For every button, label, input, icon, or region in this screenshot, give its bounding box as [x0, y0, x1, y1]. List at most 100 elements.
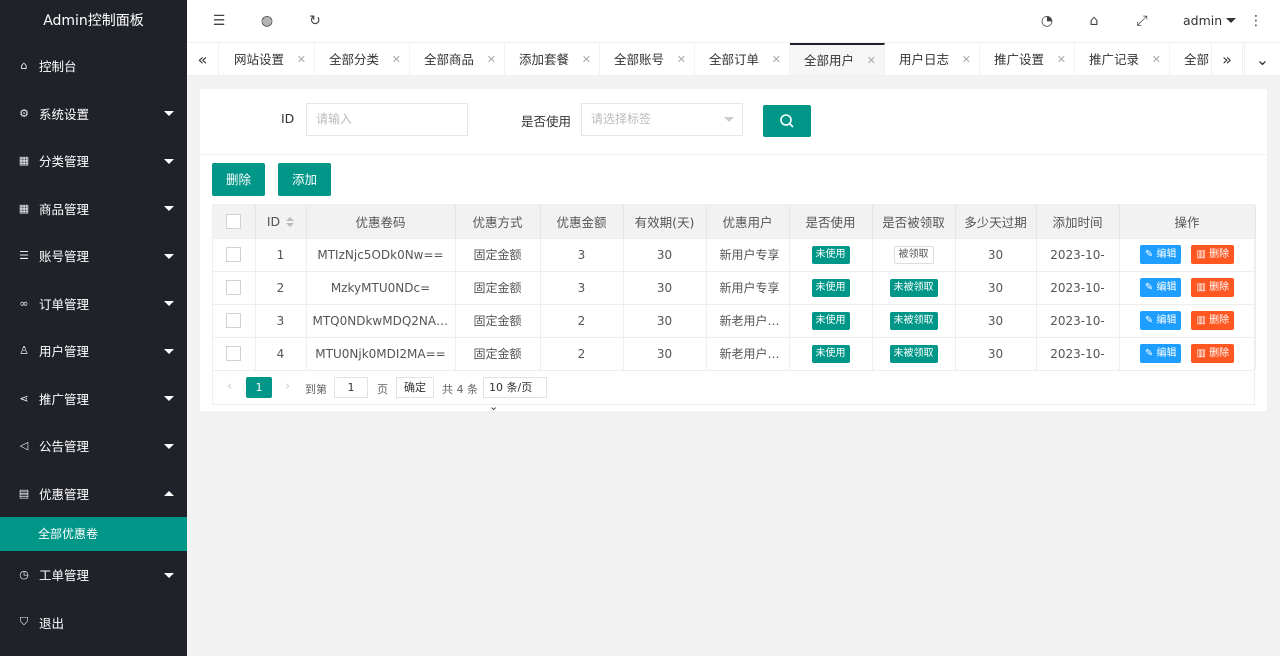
cell-valid: 30 [623, 336, 707, 370]
delete-button[interactable]: 删除 [212, 163, 266, 196]
current-page[interactable]: 1 [246, 377, 272, 398]
tab-label: 全部分类 [329, 52, 380, 67]
row-delete-button[interactable]: ▥ 删除 [1191, 278, 1235, 297]
row-delete-button[interactable]: ▥ 删除 [1191, 311, 1235, 330]
menu-fold-icon[interactable]: ☰ [210, 12, 228, 30]
edit-button[interactable]: ✎ 编辑 [1139, 311, 1182, 330]
sidebar-item-orders[interactable]: ∞ 订单管理 [0, 280, 187, 328]
tab-user-log[interactable]: 用户日志 ✕ [885, 43, 980, 75]
edit-icon: ✎ [1144, 315, 1154, 326]
cell-user: 新老用户通用 [706, 336, 790, 370]
user-menu[interactable]: admin [1183, 13, 1237, 28]
apps-icon: ▦ [18, 154, 30, 168]
tab-website-settings[interactable]: 网站设置 ✕ [220, 43, 315, 75]
table-header-row: ID 优惠卷码 优惠方式 优惠金额 有效期(天) 优惠用户 是否使用 是否被领取… [213, 205, 1256, 238]
theme-icon[interactable]: ◔ [1038, 12, 1056, 30]
tab-all-orders[interactable]: 全部订单 ✕ [695, 43, 790, 75]
tab-all-goods[interactable]: 全部商品 ✕ [410, 43, 505, 75]
cell-used: 未使用 [789, 270, 873, 304]
edit-label: 编辑 [1156, 315, 1177, 326]
column-header-id[interactable]: ID [255, 205, 307, 238]
used-filter-select[interactable]: 请选择标签 [581, 103, 743, 136]
tabs-bar: « 网站设置 ✕ 全部分类 ✕ 全部商品 ✕ 添加套餐 ✕ 全部账号 ✕ 全部订单 ✕ 全部… [187, 42, 1280, 76]
prev-page-icon[interactable]: ‹ [227, 379, 232, 394]
close-icon[interactable]: ✕ [867, 45, 876, 75]
sidebar-item-goods[interactable]: ▦ 商品管理 [0, 185, 187, 233]
close-icon[interactable]: ✕ [772, 43, 781, 75]
cell-used: 未使用 [789, 336, 873, 370]
close-icon[interactable]: ✕ [1057, 43, 1066, 75]
sidebar-subitem-all-coupons[interactable]: 全部优惠卷 [0, 517, 187, 551]
tabs-prev-icon[interactable]: « [187, 43, 219, 75]
cell-amount: 2 [540, 336, 624, 370]
close-icon[interactable]: ✕ [677, 43, 686, 75]
next-page-icon[interactable]: › [285, 379, 290, 394]
row-checkbox[interactable] [226, 247, 242, 262]
row-checkbox[interactable] [226, 313, 242, 328]
cell-id: 4 [255, 336, 307, 370]
refresh-icon[interactable]: ↻ [306, 12, 324, 30]
page-size-select[interactable]: 10 条/页 ⌄ [483, 377, 547, 413]
tab-promotion-settings[interactable]: 推广设置 ✕ [980, 43, 1075, 75]
cell-time: 2023-10- [1036, 303, 1120, 337]
cell-used: 未使用 [789, 303, 873, 337]
globe-icon[interactable]: ◍ [258, 12, 276, 30]
column-header-amount: 优惠金额 [540, 205, 624, 238]
tab-add-package[interactable]: 添加套餐 ✕ [505, 43, 600, 75]
link-icon: ∞ [19, 296, 29, 310]
sidebar-item-label: 退出 [39, 615, 65, 631]
goto-page-input[interactable]: 1 [334, 377, 368, 398]
cell-code: MTIzNjc5ODk0Nw== [306, 237, 456, 271]
sidebar-item-label: 商品管理 [39, 201, 90, 217]
sidebar-item-promotion[interactable]: ⋖ 推广管理 [0, 375, 187, 423]
cell-actions: ✎ 编辑 ▥ 删除 [1119, 270, 1256, 304]
cell-valid: 30 [623, 270, 707, 304]
chevron-down-icon [164, 301, 174, 307]
row-checkbox[interactable] [226, 346, 242, 362]
search-button[interactable] [763, 105, 811, 137]
sidebar-item-category[interactable]: ▦ 分类管理 [0, 137, 187, 185]
select-all-checkbox[interactable] [226, 214, 242, 230]
sidebar-item-label: 分类管理 [39, 154, 90, 170]
tabs-menu-chevron-icon[interactable]: ⌄ [1244, 43, 1280, 75]
tab-all-notices[interactable]: 全部公 [1170, 43, 1210, 75]
status-badge: 未被领取 [889, 311, 938, 330]
cell-code: MTQ0NDkwMDQ2NA== [306, 303, 456, 337]
close-icon[interactable]: ✕ [582, 43, 591, 75]
sort-icon[interactable] [286, 217, 295, 228]
close-icon[interactable]: ✕ [962, 43, 971, 75]
column-label: ID [266, 213, 281, 229]
close-icon[interactable]: ✕ [487, 43, 496, 75]
close-icon[interactable]: ✕ [1152, 43, 1161, 75]
row-delete-button[interactable]: ▥ 删除 [1191, 344, 1235, 364]
sidebar-item-account[interactable]: ☰ 账号管理 [0, 232, 187, 280]
tab-all-users[interactable]: 全部用户 ✕ [790, 43, 885, 75]
edit-button[interactable]: ✎ 编辑 [1139, 344, 1182, 364]
tab-label: 推广设置 [994, 52, 1045, 67]
id-filter-input[interactable]: 请输入 [306, 103, 468, 136]
goto-confirm-button[interactable]: 确定 [396, 377, 434, 398]
sidebar-item-logout[interactable]: ⛉ 退出 [0, 599, 187, 647]
sidebar-item-ticket[interactable]: ◷ 工单管理 [0, 551, 187, 599]
sidebar-item-system-settings[interactable]: ⚙ 系统设置 [0, 90, 187, 138]
sidebar-item-console[interactable]: ⌂ 控制台 [0, 42, 187, 90]
fullscreen-icon[interactable]: ⤢ [1133, 12, 1151, 30]
sidebar-item-notice[interactable]: ◁ 公告管理 [0, 422, 187, 470]
edit-button[interactable]: ✎ 编辑 [1139, 245, 1182, 264]
more-icon[interactable]: ⋮ [1247, 12, 1265, 30]
sidebar-item-users[interactable]: ♙ 用户管理 [0, 327, 187, 375]
edit-icon: ✎ [1144, 249, 1154, 260]
tab-all-categories[interactable]: 全部分类 ✕ [315, 43, 410, 75]
add-button[interactable]: 添加 [278, 163, 332, 196]
tabs-next-icon[interactable]: » [1211, 43, 1243, 75]
tab-promotion-records[interactable]: 推广记录 ✕ [1075, 43, 1170, 75]
close-icon[interactable]: ✕ [297, 43, 306, 75]
row-checkbox[interactable] [226, 280, 242, 295]
sidebar-item-coupon[interactable]: ▤ 优惠管理 [0, 470, 187, 518]
row-delete-button[interactable]: ▥ 删除 [1191, 245, 1235, 264]
edit-button[interactable]: ✎ 编辑 [1139, 278, 1182, 297]
row-select-cell [213, 270, 256, 304]
tab-all-accounts[interactable]: 全部账号 ✕ [600, 43, 695, 75]
close-icon[interactable]: ✕ [392, 43, 401, 75]
tag-icon[interactable]: ⌂ [1085, 12, 1103, 30]
